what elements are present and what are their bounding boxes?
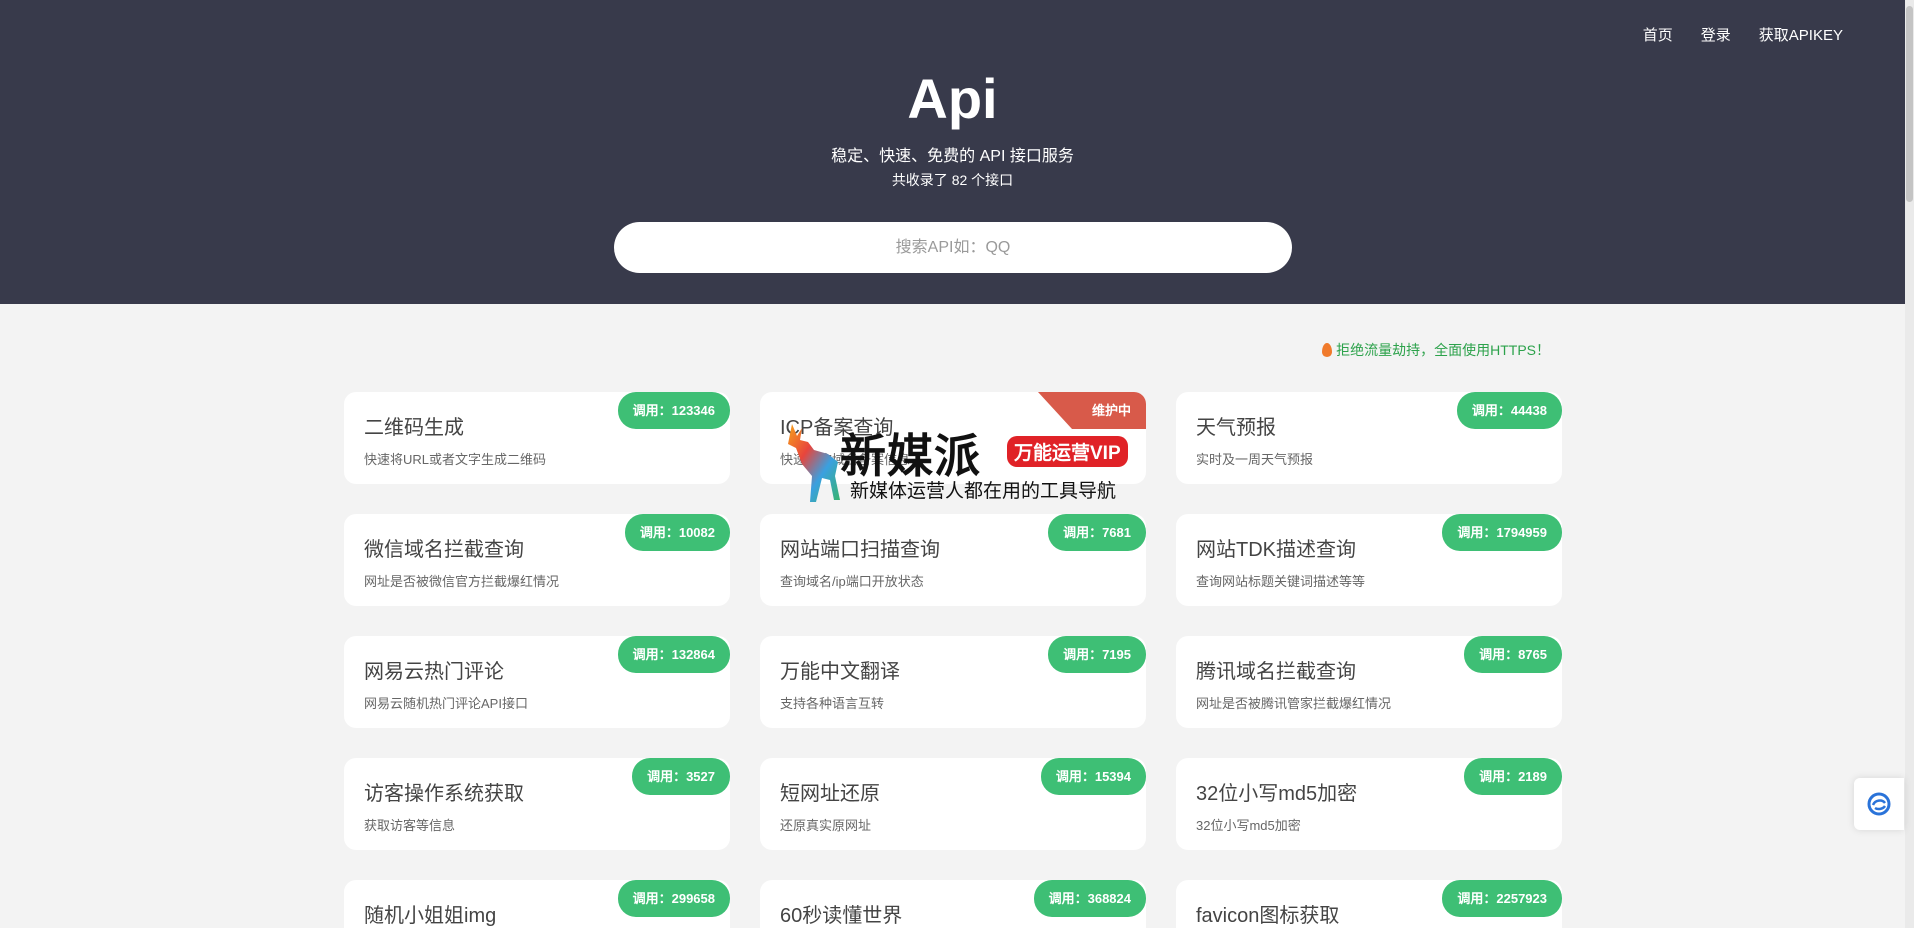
api-card-desc: 支持各种语言互转: [780, 696, 885, 711]
nav-apikey-link[interactable]: 获取APIKEY: [1759, 24, 1843, 45]
call-count-badge: 调用：2189: [1464, 758, 1562, 795]
call-count-badge: 调用：1794959: [1442, 514, 1562, 551]
https-notice-text: 拒绝流量劫持，全面使用HTTPS！: [1336, 342, 1550, 358]
api-card[interactable]: 随机小姐姐img 调用：299658: [344, 880, 730, 928]
call-count-badge: 调用：123346: [617, 392, 730, 429]
api-card-desc: 还原真实原网址: [780, 818, 872, 833]
call-count-badge: 调用：8765: [1464, 636, 1562, 673]
call-count-badge: 调用：2257923: [1442, 880, 1562, 917]
api-card[interactable]: 二维码生成 快速将URL或者文字生成二维码 调用：123346: [344, 392, 730, 484]
api-card[interactable]: ICP备案查询 快速查询域名备案信息 维护中: [760, 392, 1146, 484]
api-card[interactable]: 天气预报 实时及一周天气预报 调用：44438: [1176, 392, 1562, 484]
site-title: Api: [907, 67, 998, 130]
api-card-desc: 快速查询域名备案信息: [780, 452, 911, 467]
api-card-desc: 32位小写md5加密: [1196, 818, 1301, 833]
api-card-desc: 获取访客等信息: [364, 818, 456, 833]
floating-service-button[interactable]: [1854, 778, 1904, 830]
call-count-badge: 调用：10082: [624, 514, 730, 551]
api-card[interactable]: 腾讯域名拦截查询 网址是否被腾讯管家拦截爆红情况 调用：8765: [1176, 636, 1562, 728]
flame-icon: [1322, 343, 1333, 357]
api-card-desc: 网易云随机热门评论API接口: [364, 696, 528, 711]
api-card[interactable]: 万能中文翻译 支持各种语言互转 调用：7195: [760, 636, 1146, 728]
api-card-desc: 查询网站标题关键词描述等等: [1196, 574, 1366, 589]
https-notice: 拒绝流量劫持，全面使用HTTPS！: [1322, 340, 1550, 360]
api-card[interactable]: 60秒读懂世界 调用：368824: [760, 880, 1146, 928]
nav-login-link[interactable]: 登录: [1701, 24, 1731, 45]
call-count-badge: 调用：7195: [1048, 636, 1146, 673]
top-nav: 首页 登录 获取APIKEY: [1643, 24, 1843, 45]
api-card-grid: 二维码生成 快速将URL或者文字生成二维码 调用：123346 ICP备案查询 快速查询…: [344, 392, 1562, 928]
api-card-desc: 查询域名/ip端口开放状态: [780, 574, 924, 589]
scrollbar-thumb[interactable]: [1906, 6, 1913, 202]
call-count-badge: 调用：368824: [1033, 880, 1146, 917]
api-count: 共收录了 82 个接口: [891, 172, 1014, 188]
api-card-desc: 网址是否被腾讯管家拦截爆红情况: [1196, 696, 1392, 711]
api-card[interactable]: favicon图标获取 调用：2257923: [1176, 880, 1562, 928]
api-card[interactable]: 微信域名拦截查询 网址是否被微信官方拦截爆红情况 调用：10082: [344, 514, 730, 606]
hero-header: 首页 登录 获取APIKEY Api 稳定、快速、免费的 API 接口服务 共收…: [0, 0, 1905, 304]
swirl-icon: [1867, 792, 1891, 816]
search-input[interactable]: [614, 222, 1292, 273]
api-card[interactable]: 网站TDK描述查询 查询网站标题关键词描述等等 调用：1794959: [1176, 514, 1562, 606]
call-count-badge: 调用：132864: [617, 636, 730, 673]
api-card[interactable]: 网易云热门评论 网易云随机热门评论API接口 调用：132864: [344, 636, 730, 728]
call-count-badge: 调用：7681: [1048, 514, 1146, 551]
api-card-desc: 快速将URL或者文字生成二维码: [364, 452, 547, 467]
nav-home-link[interactable]: 首页: [1643, 24, 1673, 45]
call-count-badge: 调用：3527: [632, 758, 730, 795]
api-card[interactable]: 短网址还原 还原真实原网址 调用：15394: [760, 758, 1146, 850]
site-slogan: 稳定、快速、免费的 API 接口服务: [831, 148, 1074, 165]
api-card-desc: 实时及一周天气预报: [1196, 452, 1314, 467]
call-count-badge: 调用：15394: [1040, 758, 1146, 795]
call-count-badge: 调用：44438: [1456, 392, 1562, 429]
page-scrollbar[interactable]: [1905, 0, 1914, 928]
api-card[interactable]: 访客操作系统获取 获取访客等信息 调用：3527: [344, 758, 730, 850]
api-card[interactable]: 32位小写md5加密 32位小写md5加密 调用：2189: [1176, 758, 1562, 850]
api-card-desc: 网址是否被微信官方拦截爆红情况: [364, 574, 560, 589]
call-count-badge: 调用：299658: [617, 880, 730, 917]
api-card[interactable]: 网站端口扫描查询 查询域名/ip端口开放状态 调用：7681: [760, 514, 1146, 606]
